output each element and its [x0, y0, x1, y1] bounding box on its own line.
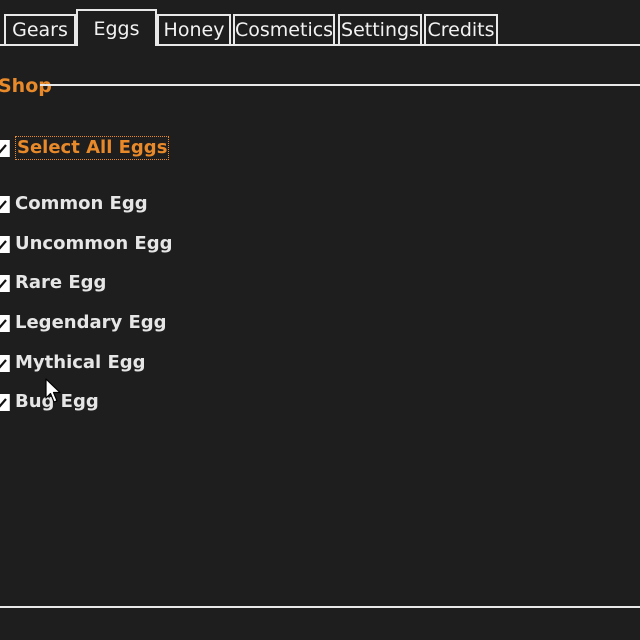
- tab-credits[interactable]: Credits: [424, 14, 498, 44]
- checkbox-mythical-egg[interactable]: Mythical Egg: [0, 351, 146, 375]
- tab-gears[interactable]: Gears: [4, 14, 76, 44]
- checkbox-legendary-egg[interactable]: Legendary Egg: [0, 311, 167, 335]
- check-icon: [0, 274, 10, 292]
- group-title: Shop: [0, 75, 52, 97]
- check-icon: [0, 139, 10, 157]
- select-all-label: Select All Eggs: [15, 136, 170, 160]
- bottom-border: [0, 606, 640, 608]
- checkbox-label: Rare Egg: [15, 272, 107, 293]
- check-icon: [0, 195, 10, 213]
- checkbox-label: Common Egg: [15, 193, 148, 214]
- check-icon: [0, 354, 10, 372]
- group-border: [40, 84, 640, 86]
- tab-strip: Gears Eggs Honey Cosmetics Settings Cred…: [0, 0, 640, 48]
- app-window: Gears Eggs Honey Cosmetics Settings Cred…: [0, 0, 640, 640]
- checkbox-rare-egg[interactable]: Rare Egg: [0, 271, 106, 295]
- select-all-checkbox[interactable]: Select All Eggs: [0, 136, 170, 160]
- tab-settings[interactable]: Settings: [338, 14, 422, 44]
- checkbox-label: Uncommon Egg: [15, 233, 173, 254]
- checkbox-uncommon-egg[interactable]: Uncommon Egg: [0, 232, 173, 256]
- tab-eggs[interactable]: Eggs: [76, 9, 157, 48]
- checkbox-label: Mythical Egg: [15, 352, 146, 373]
- checkbox-common-egg[interactable]: Common Egg: [0, 192, 148, 216]
- checkbox-label: Legendary Egg: [15, 312, 167, 333]
- check-icon: [0, 393, 10, 411]
- check-icon: [0, 314, 10, 332]
- check-icon: [0, 235, 10, 253]
- tab-cosmetics[interactable]: Cosmetics: [233, 14, 335, 44]
- tab-honey[interactable]: Honey: [157, 14, 231, 44]
- mouse-pointer-icon: [45, 378, 63, 408]
